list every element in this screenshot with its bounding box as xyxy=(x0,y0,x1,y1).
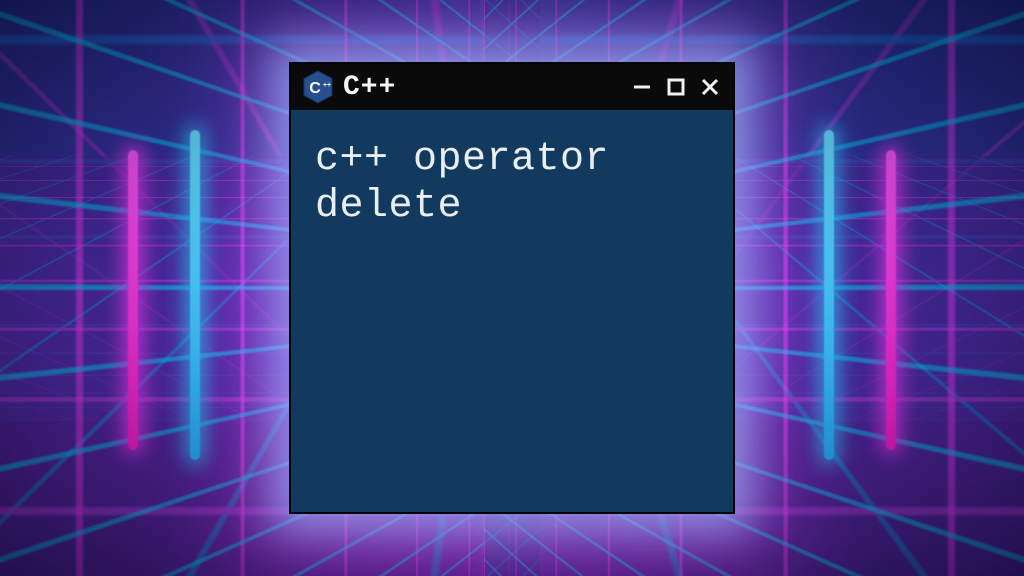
neon-pillar xyxy=(190,130,200,460)
window-controls xyxy=(629,74,723,100)
terminal-body: c++ operator delete xyxy=(291,110,733,512)
minimize-button[interactable] xyxy=(629,74,655,100)
svg-text:C: C xyxy=(309,80,321,97)
window-title: C++ xyxy=(343,72,396,103)
titlebar[interactable]: C + + C++ xyxy=(291,64,733,110)
terminal-window: C + + C++ c++ xyxy=(289,62,735,514)
terminal-line-1: c++ operator xyxy=(315,137,609,182)
cpp-logo-icon: C + + xyxy=(303,70,333,104)
terminal-content: c++ operator delete xyxy=(315,136,709,230)
neon-pillar xyxy=(886,150,896,450)
maximize-icon xyxy=(665,76,687,98)
close-button[interactable] xyxy=(697,74,723,100)
neon-pillar xyxy=(824,130,834,460)
terminal-line-2: delete xyxy=(315,184,462,229)
maximize-button[interactable] xyxy=(663,74,689,100)
svg-text:+: + xyxy=(327,82,331,89)
close-icon xyxy=(699,76,721,98)
minimize-icon xyxy=(631,76,653,98)
neon-pillar xyxy=(128,150,138,450)
